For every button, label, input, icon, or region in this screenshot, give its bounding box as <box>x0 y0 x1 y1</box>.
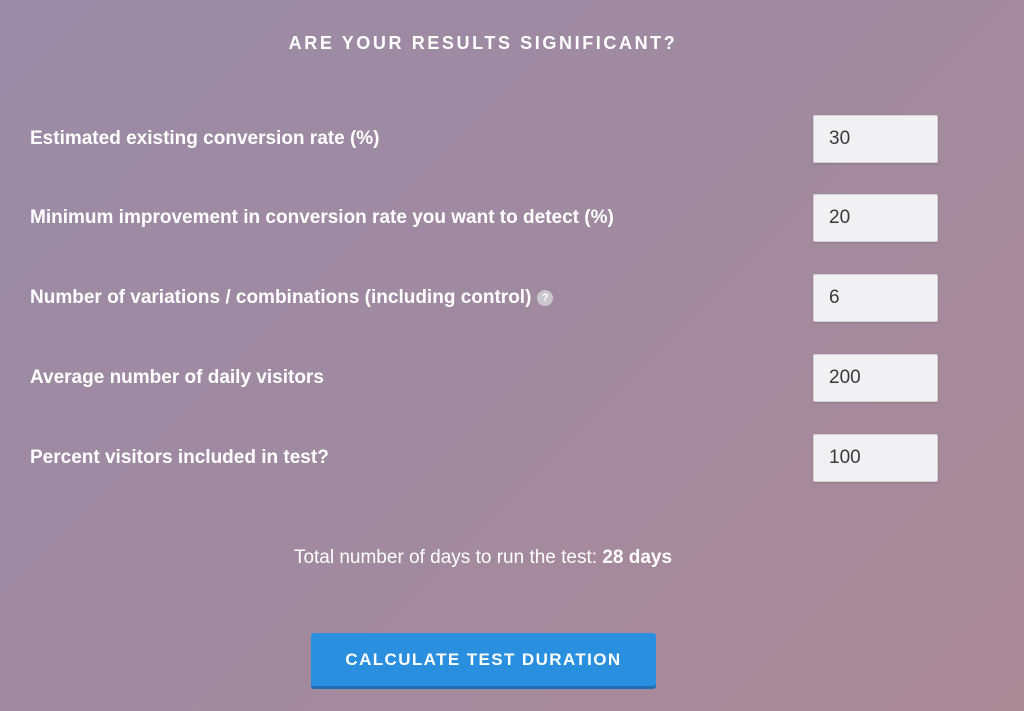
result-value: 28 days <box>602 547 673 568</box>
conversion-rate-row: Estimated existing conversion rate (%) <box>30 115 938 163</box>
min-improvement-label: Minimum improvement in conversion rate y… <box>30 207 614 228</box>
page-title: ARE YOUR RESULTS SIGNIFICANT? <box>288 33 678 53</box>
calculate-test-duration-button[interactable]: CALCULATE TEST DURATION <box>311 633 656 686</box>
result-prefix: Total number of days to run the test: <box>293 547 598 568</box>
min-improvement-input[interactable] <box>813 194 938 242</box>
percent-visitors-input[interactable] <box>813 434 938 482</box>
conversion-rate-label: Estimated existing conversion rate (%) <box>30 128 380 149</box>
daily-visitors-label: Average number of daily visitors <box>30 367 324 388</box>
min-improvement-row: Minimum improvement in conversion rate y… <box>30 194 938 242</box>
variations-input[interactable] <box>813 274 938 322</box>
percent-visitors-row: Percent visitors included in test? <box>30 434 938 482</box>
variations-label-wrap: Number of variations / combinations (inc… <box>30 287 554 309</box>
help-icon[interactable]: ? <box>537 290 554 306</box>
variations-label: Number of variations / combinations (inc… <box>30 287 532 308</box>
test-duration-result: Total number of days to run the test: 28… <box>0 547 966 569</box>
percent-visitors-label: Percent visitors included in test? <box>30 447 329 468</box>
variations-row: Number of variations / combinations (inc… <box>30 274 938 322</box>
daily-visitors-row: Average number of daily visitors <box>30 354 938 402</box>
daily-visitors-input[interactable] <box>813 354 938 402</box>
conversion-rate-input[interactable] <box>813 115 938 163</box>
